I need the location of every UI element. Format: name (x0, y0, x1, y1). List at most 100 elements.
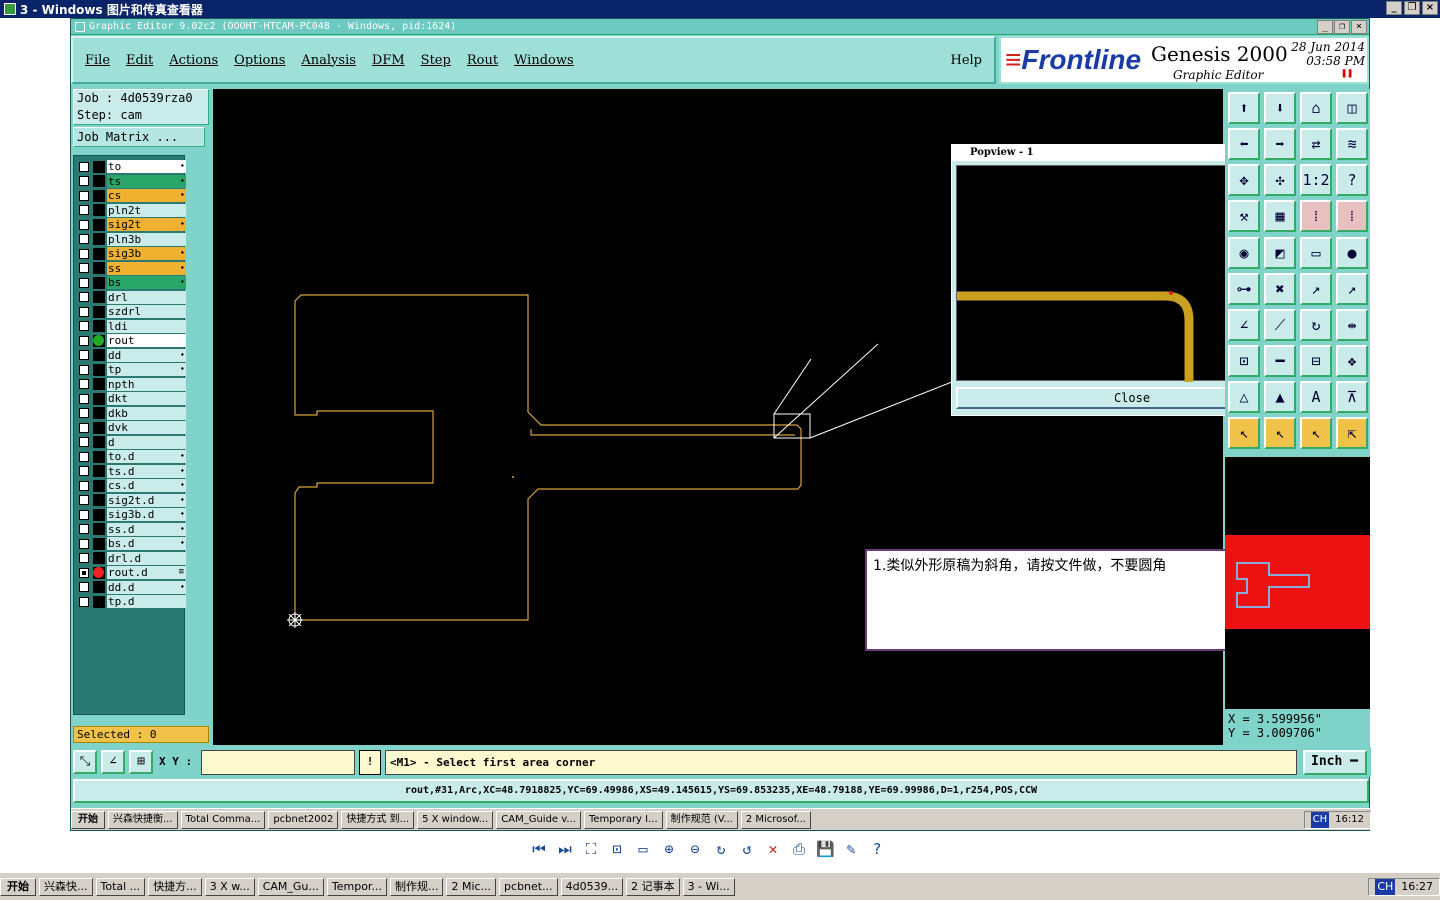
layer-checkbox[interactable] (79, 495, 89, 505)
tool-group-icon[interactable]: ❖ (1336, 345, 1368, 377)
taskbar-item[interactable]: 快捷方... (148, 877, 202, 896)
tool-connect-icon[interactable]: ⊶ (1228, 273, 1260, 305)
taskbar-item[interactable]: 制作规... (389, 877, 444, 896)
layer-checkbox[interactable] (79, 567, 89, 578)
layer-row[interactable]: dvk (74, 421, 186, 434)
menu-windows[interactable]: Windows (514, 53, 574, 68)
layer-row[interactable]: sig2t.d ⬩ (74, 493, 186, 507)
layer-row[interactable]: rout.d ≡ (74, 566, 186, 579)
taskbar-item[interactable]: 快捷方式 到... (341, 810, 415, 829)
layer-row[interactable]: ts ⬩ (74, 174, 186, 188)
tool-copy-icon[interactable]: ↗ (1336, 273, 1368, 305)
layer-name[interactable]: ss.d ⬩ (107, 522, 186, 536)
inner-ime-indicator[interactable]: CH (1310, 811, 1330, 828)
taskbar-item[interactable]: Total ... (95, 877, 146, 896)
snap-mode-icon[interactable]: ⤡ (73, 750, 97, 774)
layer-name[interactable]: dvk (107, 421, 186, 434)
layer-checkbox[interactable] (79, 437, 89, 447)
layer-name[interactable]: dd.d ⬩ (107, 580, 186, 594)
tool-triangle-icon[interactable]: △ (1228, 381, 1260, 413)
menu-dfm[interactable]: DFM (372, 53, 405, 68)
viewer-maximize-button[interactable]: ❐ (1404, 1, 1420, 15)
layer-name[interactable]: tp ⬩ (107, 363, 186, 376)
layer-name[interactable]: dkt (107, 392, 186, 405)
print-icon[interactable]: ⎙ (790, 840, 808, 864)
layer-row[interactable]: ldi (74, 319, 186, 333)
layer-name[interactable]: pln2t (107, 203, 186, 217)
layer-name[interactable]: to ⬩ (107, 160, 186, 173)
inner-start-button[interactable]: 开始 (71, 810, 105, 829)
ime-indicator[interactable]: CH (1375, 878, 1396, 895)
layer-name[interactable]: rout.d ≡ (107, 566, 186, 579)
tool-angle-icon[interactable]: ∠ (1228, 309, 1260, 341)
overview-map[interactable] (1225, 535, 1370, 629)
menu-options[interactable]: Options (234, 53, 285, 68)
layer-checkbox[interactable] (79, 553, 89, 563)
tool-pan-left-icon[interactable]: ⬅ (1228, 128, 1260, 160)
layer-row[interactable]: sig3b ⬩ (74, 247, 186, 260)
layer-checkbox[interactable] (79, 161, 89, 172)
layer-checkbox[interactable] (79, 422, 89, 433)
layer-row[interactable]: drl.d (74, 551, 186, 565)
warning-button[interactable]: ! (359, 750, 381, 775)
job-matrix-button[interactable]: Job Matrix ... (73, 127, 205, 147)
layer-row[interactable]: sig2t ⬩ (74, 218, 186, 231)
layer-checkbox[interactable] (79, 205, 89, 215)
layer-name[interactable]: rout (107, 334, 186, 347)
layer-row[interactable]: dd ⬩ (74, 348, 186, 362)
layer-name[interactable]: dd ⬩ (107, 348, 186, 362)
layer-checkbox[interactable] (79, 408, 89, 418)
rotate-clockwise-icon[interactable]: ↻ (712, 840, 730, 864)
taskbar-item[interactable]: 5 X window... (417, 810, 494, 829)
layer-name[interactable]: sig2t.d ⬩ (107, 493, 186, 507)
layer-row[interactable]: to.d ⬩ (74, 450, 186, 463)
tool-pan-right-icon[interactable]: ➡ (1264, 128, 1296, 160)
tool-text-icon[interactable]: A (1300, 381, 1332, 413)
menu-help[interactable]: Help (950, 53, 982, 68)
tool-select-icon[interactable]: ↖ (1228, 417, 1260, 449)
layer-row[interactable]: dkb (74, 406, 186, 420)
layer-name[interactable]: drl.d (107, 551, 186, 565)
editor-close-button[interactable]: × (1351, 20, 1367, 34)
layer-checkbox[interactable] (79, 176, 89, 186)
layer-name[interactable]: sig3b.d ⬩ (107, 508, 186, 521)
edit-icon[interactable]: ✎ (842, 840, 860, 864)
layer-name[interactable]: npth (107, 377, 186, 391)
best-fit-icon[interactable]: ⛶ (582, 840, 600, 864)
layer-checkbox[interactable] (79, 451, 89, 462)
tool-split-icon[interactable]: ━ (1264, 345, 1296, 377)
layer-row[interactable]: dd.d ⬩ (74, 580, 186, 594)
layer-name[interactable]: szdrl (107, 305, 186, 318)
layer-row[interactable]: to ⬩ (74, 160, 186, 173)
taskbar-item[interactable]: 3 - Wi... (682, 877, 735, 896)
layer-row[interactable]: rout (74, 334, 186, 347)
layer-row[interactable]: ts.d ⬩ (74, 464, 186, 478)
layer-name[interactable]: ss ⬩ (107, 261, 186, 275)
tool-delete-icon[interactable]: ✖ (1264, 273, 1296, 305)
layer-name[interactable]: dkb (107, 406, 186, 420)
layer-checkbox[interactable] (79, 582, 89, 592)
layer-row[interactable]: szdrl (74, 305, 186, 318)
layer-checkbox[interactable] (79, 538, 89, 549)
delete-icon[interactable]: ✕ (764, 840, 782, 864)
tool-ruler-icon[interactable]: ▭ (1300, 237, 1332, 269)
taskbar-item[interactable]: 2 Microsof... (740, 810, 811, 829)
tool-node-icon[interactable]: ⊡ (1228, 345, 1260, 377)
layer-checkbox[interactable] (79, 263, 89, 273)
layer-row[interactable]: npth (74, 377, 186, 391)
tool-line-icon[interactable]: ◩ (1264, 237, 1296, 269)
xy-input[interactable] (201, 750, 355, 775)
tool-snap-alt-icon[interactable]: ⁞ (1336, 200, 1368, 232)
zoom-out-icon[interactable]: ⊖ (686, 840, 704, 864)
layer-checkbox[interactable] (79, 379, 89, 389)
start-button[interactable]: 开始 (0, 877, 36, 896)
layer-row[interactable]: tp ⬩ (74, 363, 186, 376)
layer-row[interactable]: ss.d ⬩ (74, 522, 186, 536)
tool-redraw-icon[interactable]: ≋ (1336, 128, 1368, 160)
layer-checkbox[interactable] (79, 335, 89, 346)
tool-measure-icon[interactable]: ⚒ (1228, 200, 1260, 232)
layer-name[interactable]: drl (107, 290, 186, 304)
layer-row[interactable]: d (74, 435, 186, 449)
taskbar-item[interactable]: pcbnet2002 (268, 810, 339, 829)
tool-select-box-icon[interactable]: ↖ (1264, 417, 1296, 449)
